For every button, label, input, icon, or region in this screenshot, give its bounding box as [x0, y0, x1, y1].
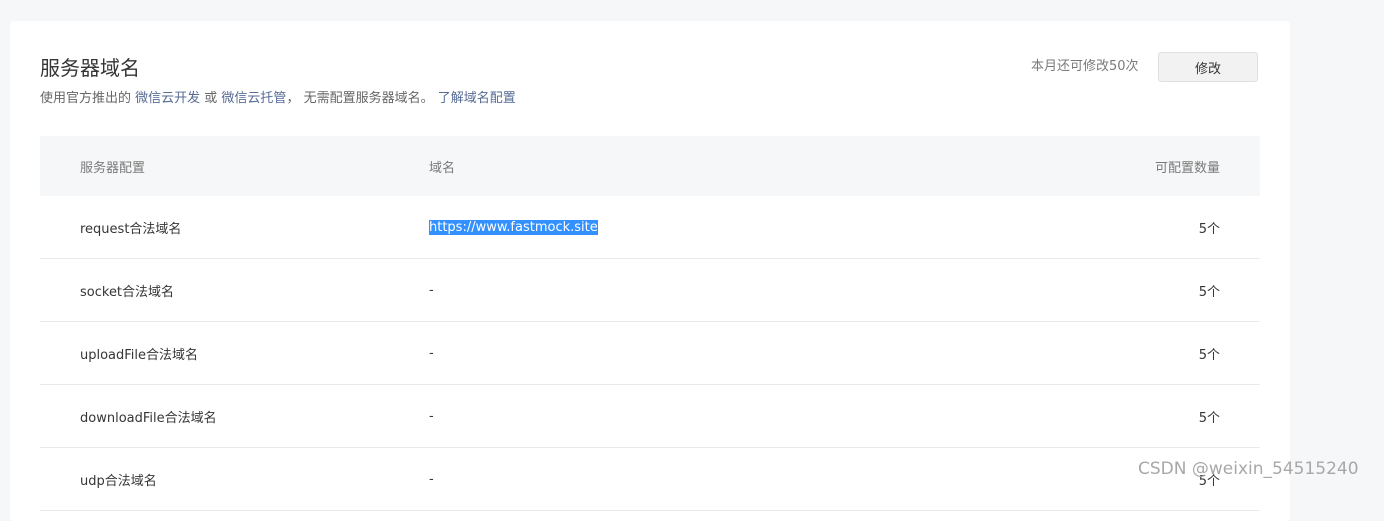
table-row: socket合法域名 - 5个 [40, 259, 1260, 322]
cloud-host-link[interactable]: 微信云托管 [221, 91, 286, 106]
table-row: uploadFile合法域名 - 5个 [40, 322, 1260, 385]
row-domain: https://www.fastmock.site [429, 196, 598, 258]
row-config: udp合法域名 [80, 473, 157, 489]
watermark-text: CSDN @weixin_54515240 [1138, 459, 1359, 479]
row-domain: - [429, 282, 434, 298]
row-domain: - [429, 345, 434, 361]
desc-or: 或 [200, 91, 222, 106]
server-domain-card: 服务器域名 使用官方推出的 微信云开发 或 微信云托管， 无需配置服务器域名。 … [10, 21, 1290, 521]
table-row: request合法域名 https://www.fastmock.site 5个 [40, 196, 1260, 259]
row-config: socket合法域名 [80, 284, 175, 300]
table-row: udp合法域名 - 5个 [40, 448, 1260, 511]
row-domain: - [429, 471, 434, 487]
row-count: 5个 [1198, 221, 1220, 237]
row-domain: - [429, 408, 434, 424]
row-config: downloadFile合法域名 [80, 410, 217, 426]
selected-domain-text[interactable]: https://www.fastmock.site [429, 219, 598, 235]
desc-prefix: 使用官方推出的 [40, 91, 136, 106]
header-config: 服务器配置 [80, 160, 146, 176]
section-title: 服务器域名 [40, 56, 140, 80]
learn-domain-config-link[interactable]: 了解域名配置 [438, 91, 516, 106]
row-config: uploadFile合法域名 [80, 347, 199, 363]
cloud-dev-link[interactable]: 微信云开发 [135, 91, 200, 106]
desc-suffix: ， 无需配置服务器域名。 [286, 91, 438, 106]
row-count: 5个 [1198, 347, 1220, 363]
table-header: 服务器配置 域名 可配置数量 [40, 136, 1260, 196]
row-count: 5个 [1198, 473, 1220, 489]
section-description: 使用官方推出的 微信云开发 或 微信云托管， 无需配置服务器域名。 了解域名配置 [40, 89, 516, 109]
edit-button[interactable]: 修改 [1158, 52, 1258, 82]
header-count: 可配置数量 [1154, 160, 1220, 176]
table-row: downloadFile合法域名 - 5个 [40, 385, 1260, 448]
row-count: 5个 [1198, 284, 1220, 300]
domain-table: 服务器配置 域名 可配置数量 request合法域名 https://www.f… [40, 136, 1260, 511]
row-config: request合法域名 [80, 221, 182, 237]
header-domain: 域名 [429, 160, 456, 176]
modify-quota-text: 本月还可修改50次 [1031, 59, 1139, 74]
row-count: 5个 [1198, 410, 1220, 426]
